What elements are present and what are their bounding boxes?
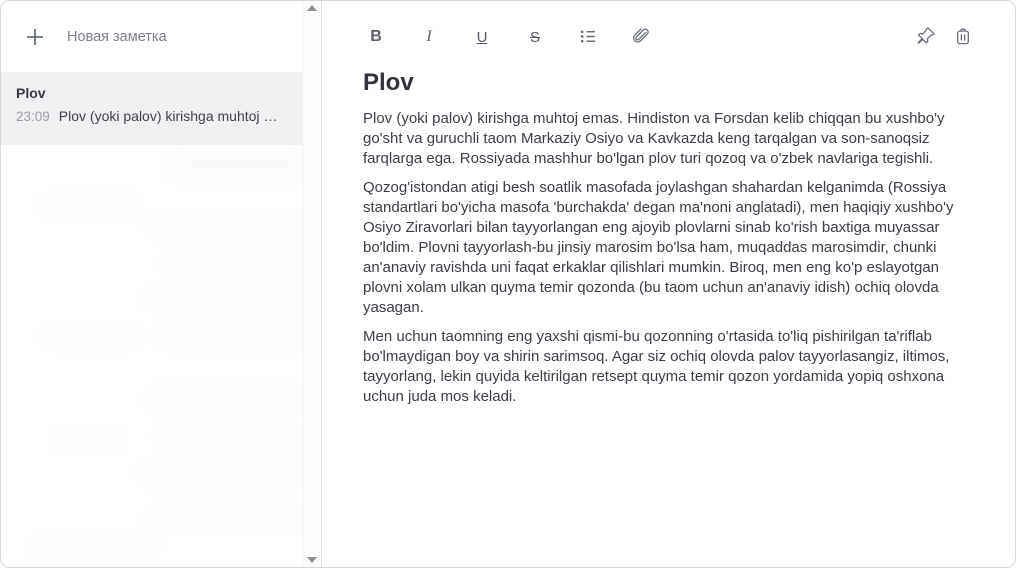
note-body-text[interactable]: Plov (yoki palov) kirishga muhtoj emas. … (363, 109, 975, 407)
bold-button[interactable]: B (364, 25, 388, 49)
pin-icon (915, 25, 937, 50)
blurred-note-placeholder (149, 289, 304, 307)
paperclip-icon (630, 25, 652, 50)
underline-button[interactable]: U (470, 25, 494, 49)
blurred-note-placeholder (53, 434, 123, 446)
note-action-buttons (914, 25, 975, 49)
blurred-note-placeholder (166, 254, 304, 270)
bulleted-list-icon (578, 26, 598, 49)
note-list-item-plov[interactable]: Plov 23:09 Plov (yoki palov) kirishga mu… (1, 72, 321, 145)
italic-button[interactable]: I (417, 25, 441, 49)
blurred-note-placeholder (141, 466, 303, 483)
delete-note-button[interactable] (951, 25, 975, 49)
new-note-label: Новая заметка (67, 29, 167, 45)
notes-app-window: Новая заметка Plov 23:09 Plov (yoki palo… (0, 0, 1016, 568)
editor-pane: B I U S (322, 1, 1015, 567)
note-paragraph[interactable]: Qozog'istondan atigi besh soatlik masofa… (363, 178, 975, 318)
blurred-note-placeholder (161, 326, 303, 343)
note-item-preview: Plov (yoki palov) kirishga muhtoj em… (59, 108, 284, 124)
new-note-button[interactable]: Новая заметка (1, 1, 321, 72)
blurred-note-placeholder (169, 156, 304, 176)
scroll-down-arrow-icon[interactable] (307, 557, 317, 563)
note-paragraph[interactable]: Men uchun taomning eng yaxshi qismi-bu q… (363, 327, 975, 407)
blurred-notes-area (1, 146, 301, 567)
note-paragraph[interactable]: Plov (yoki palov) kirishga muhtoj emas. … (363, 109, 975, 169)
plus-icon (25, 27, 45, 47)
blurred-note-placeholder (151, 509, 303, 526)
note-editor: Plov Plov (yoki palov) kirishga muhtoj e… (322, 53, 1015, 436)
blurred-note-placeholder (151, 391, 303, 409)
trash-icon (952, 25, 974, 50)
strikethrough-button[interactable]: S (523, 25, 547, 49)
note-item-row: 23:09 Plov (yoki palov) kirishga muhtoj … (16, 108, 305, 124)
formatting-toolbar: B I U S (322, 1, 1015, 53)
blurred-note-placeholder (159, 431, 303, 448)
blurred-note-placeholder (31, 538, 156, 553)
scroll-up-arrow-icon[interactable] (307, 5, 317, 11)
note-title[interactable]: Plov (363, 69, 975, 97)
blurred-note-placeholder (41, 198, 136, 213)
format-buttons-group: B I U S (364, 25, 653, 49)
blurred-note-placeholder (151, 218, 303, 236)
blurred-note-placeholder (43, 331, 143, 344)
attach-file-button[interactable] (629, 25, 653, 49)
pin-note-button[interactable] (914, 25, 938, 49)
sidebar-scrollbar[interactable] (302, 1, 321, 567)
note-item-title: Plov (16, 85, 305, 101)
notes-sidebar: Новая заметка Plov 23:09 Plov (yoki palo… (1, 1, 322, 567)
bulleted-list-button[interactable] (576, 25, 600, 49)
note-item-timestamp: 23:09 (16, 109, 50, 124)
